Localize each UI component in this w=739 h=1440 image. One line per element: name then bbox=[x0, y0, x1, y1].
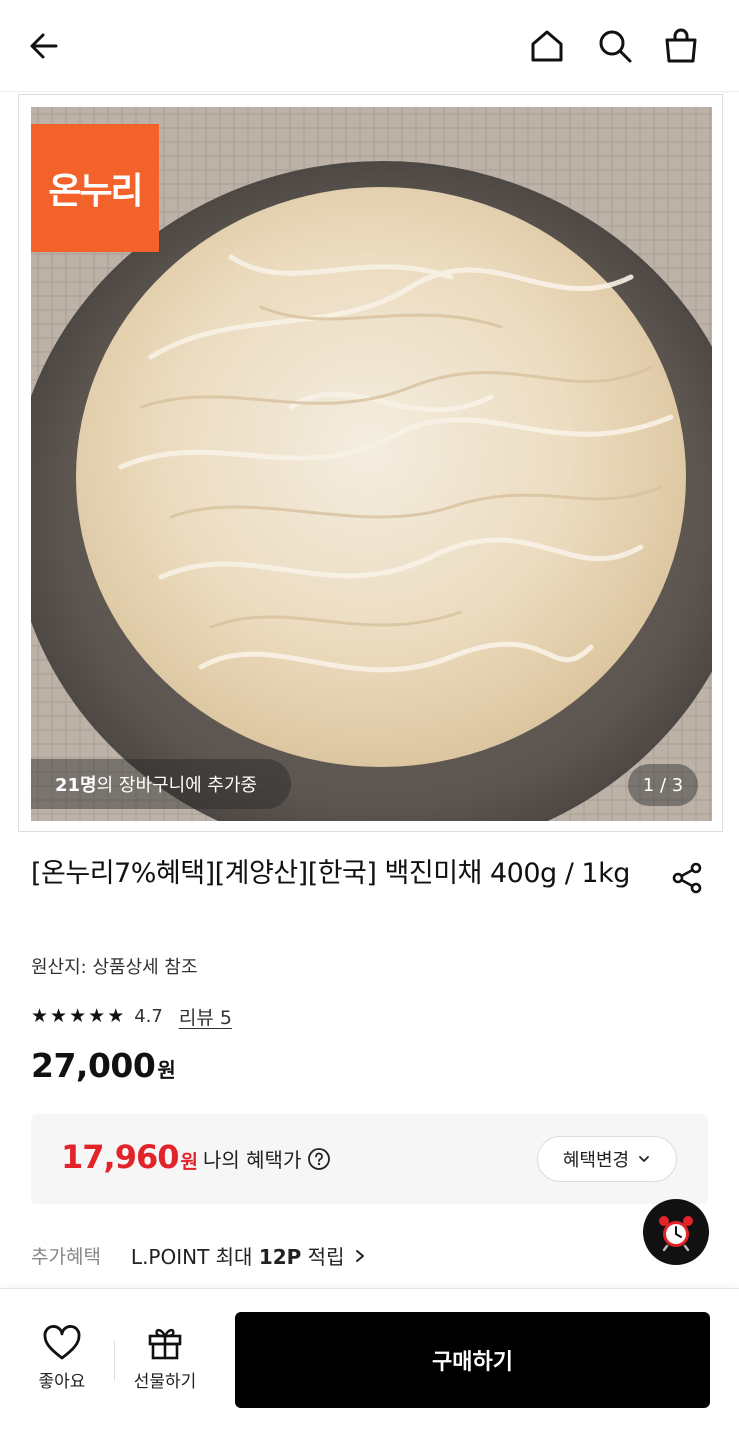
cart-activity-text: 의 장바구니에 추가중 bbox=[96, 775, 258, 796]
price-unit: 원 bbox=[157, 1058, 176, 1082]
extra-benefit-row[interactable]: 추가혜택 L.POINT 최대 12P 적립 bbox=[31, 1241, 367, 1270]
shopping-bag-icon bbox=[665, 28, 697, 63]
origin-info: 원산지: 상품상세 참조 bbox=[31, 957, 198, 978]
gift-button[interactable]: 선물하기 bbox=[122, 1325, 208, 1392]
original-price: 27,000 원 bbox=[31, 1046, 176, 1085]
rating-value: 4.7 bbox=[134, 1005, 163, 1027]
benefit-price-box: 17,960 원 나의 혜택가 혜택변경 bbox=[31, 1114, 708, 1204]
cart-button[interactable] bbox=[657, 22, 705, 70]
home-button[interactable] bbox=[523, 22, 571, 70]
benefit-price: 17,960 원 bbox=[61, 1138, 198, 1176]
top-navigation-bar bbox=[0, 0, 739, 92]
arrow-left-icon bbox=[30, 33, 58, 59]
share-icon bbox=[672, 862, 702, 894]
star-icon: ★ bbox=[50, 1005, 68, 1027]
lpoint-suffix: 적립 bbox=[301, 1245, 345, 1269]
star-icon: ★ bbox=[88, 1005, 106, 1027]
chevron-down-icon bbox=[639, 1156, 650, 1162]
like-button[interactable]: 좋아요 bbox=[22, 1325, 102, 1392]
price-value: 27,000 bbox=[31, 1046, 156, 1085]
product-image-gallery[interactable]: 온누리 21명 의 장바구니에 추가중 1 / 3 bbox=[18, 94, 723, 832]
lpoint-prefix: L.POINT 최대 bbox=[130, 1245, 259, 1269]
product-photo: 온누리 21명 의 장바구니에 추가중 1 / 3 bbox=[31, 107, 712, 821]
review-link[interactable]: 리뷰 5 bbox=[179, 1003, 232, 1030]
alarm-floating-button[interactable] bbox=[643, 1199, 709, 1265]
search-icon bbox=[599, 30, 632, 63]
extra-benefit-label: 추가혜택 bbox=[31, 1246, 101, 1268]
benefit-change-button[interactable]: 혜택변경 bbox=[537, 1136, 677, 1182]
extra-benefit-value: L.POINT 최대 12P 적립 bbox=[131, 1241, 345, 1270]
like-label: 좋아요 bbox=[38, 1372, 86, 1392]
image-page-indicator: 1 / 3 bbox=[628, 764, 698, 806]
benefit-price-value: 17,960 bbox=[61, 1138, 179, 1176]
product-title: [온누리7%혜택][계양산][한국] 백진미채 400g / 1kg bbox=[31, 858, 630, 889]
onnuri-brand-badge: 온누리 bbox=[31, 124, 159, 252]
buy-button[interactable]: 구매하기 bbox=[235, 1312, 710, 1408]
help-icon[interactable] bbox=[307, 1147, 331, 1171]
alarm-clock-icon bbox=[659, 1216, 693, 1252]
heart-icon bbox=[43, 1325, 81, 1360]
cart-activity-pill: 21명 의 장바구니에 추가중 bbox=[31, 759, 291, 809]
share-button[interactable] bbox=[665, 856, 709, 900]
benefit-label-text: 나의 혜택가 bbox=[203, 1148, 302, 1172]
rating-stars: ★ ★ ★ ★ ★ bbox=[31, 1005, 124, 1027]
chevron-right-icon bbox=[353, 1248, 367, 1264]
benefit-price-unit: 원 bbox=[180, 1151, 198, 1173]
home-icon bbox=[531, 30, 563, 62]
rating-row: ★ ★ ★ ★ ★ 4.7 리뷰 5 bbox=[31, 1002, 232, 1030]
cart-activity-count: 21명 bbox=[55, 775, 97, 796]
star-icon: ★ bbox=[107, 1005, 125, 1027]
star-icon: ★ bbox=[69, 1005, 87, 1027]
star-icon: ★ bbox=[31, 1005, 49, 1027]
back-button[interactable] bbox=[20, 22, 68, 70]
bottom-divider bbox=[114, 1341, 115, 1381]
lpoint-points: 12P bbox=[258, 1245, 302, 1269]
benefit-change-label: 혜택변경 bbox=[562, 1150, 630, 1171]
benefit-label: 나의 혜택가 bbox=[203, 1144, 331, 1173]
bottom-action-bar: 좋아요 선물하기 구매하기 bbox=[0, 1288, 739, 1440]
gift-label: 선물하기 bbox=[133, 1372, 197, 1392]
gift-icon bbox=[148, 1328, 182, 1360]
search-button[interactable] bbox=[591, 22, 639, 70]
